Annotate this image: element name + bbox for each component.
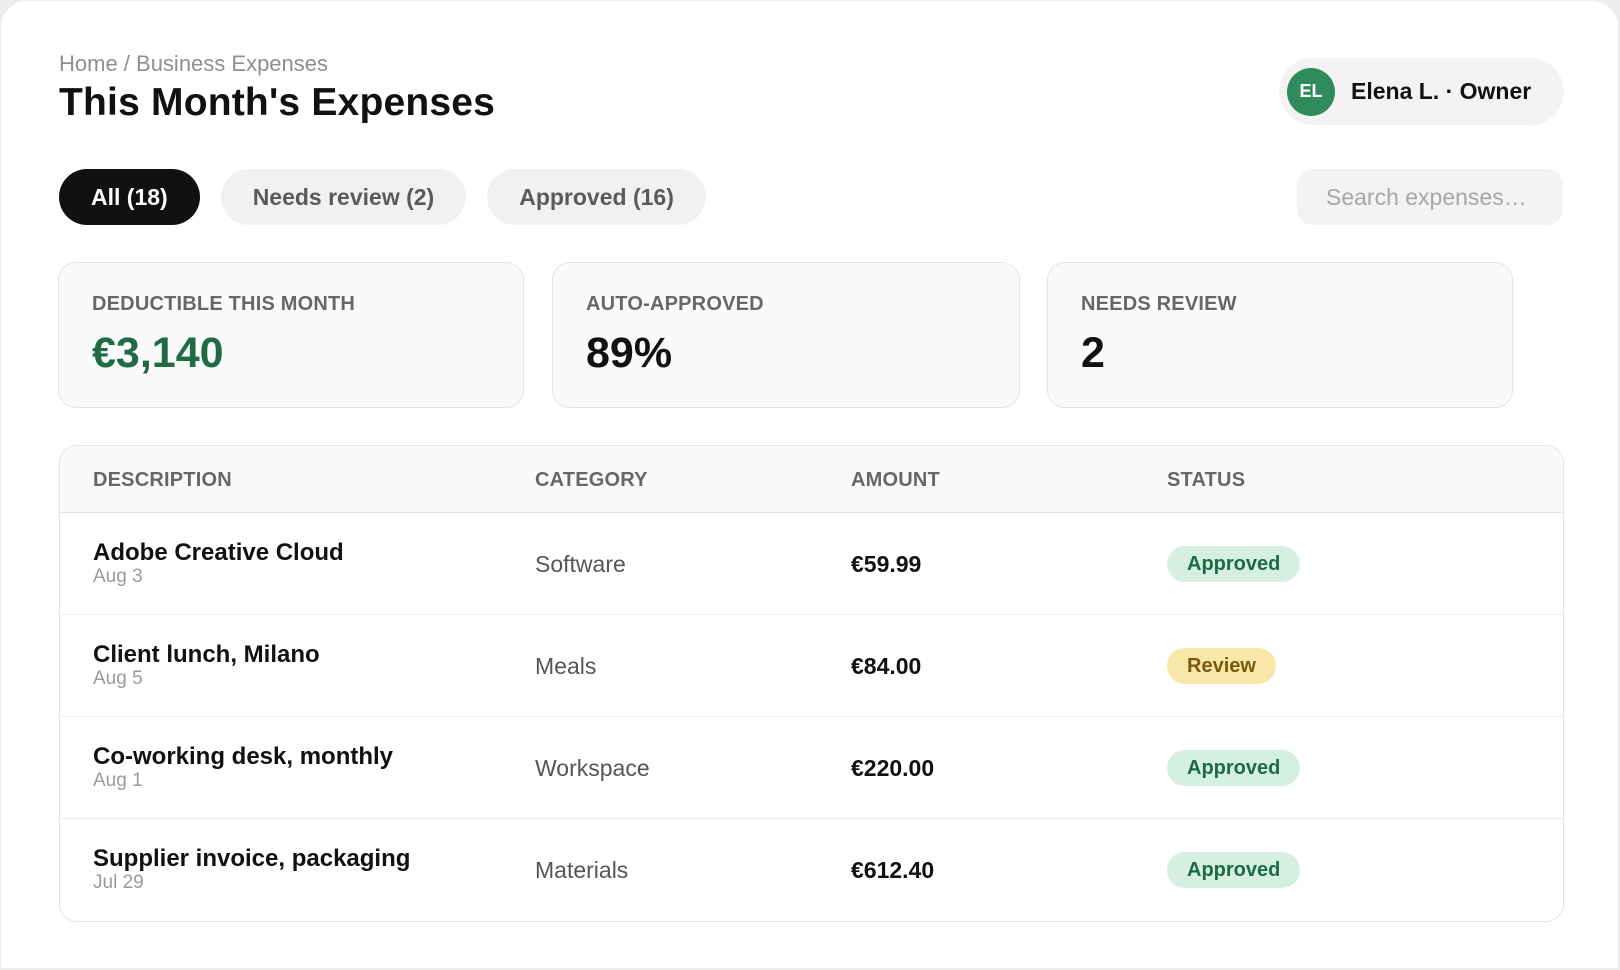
expense-amount: €84.00: [851, 653, 922, 679]
table-row[interactable]: Adobe Creative Cloud Aug 3 Software €59.…: [60, 513, 1563, 615]
column-header-category[interactable]: CATEGORY: [535, 469, 648, 492]
page-title: This Month's Expenses: [59, 81, 496, 124]
column-header-status[interactable]: STATUS: [1167, 469, 1245, 492]
expense-amount: €612.40: [851, 857, 935, 883]
expense-category: Meals: [535, 653, 597, 679]
stat-label: AUTO-APPROVED: [586, 293, 764, 315]
expense-category: Materials: [535, 857, 629, 883]
stat-card-needs-review: NEEDS REVIEW 2: [1047, 262, 1513, 408]
tab-all[interactable]: All (18): [59, 169, 200, 225]
stat-value: 2: [1081, 329, 1105, 377]
stat-label: DEDUCTIBLE THIS MONTH: [92, 293, 356, 315]
expenses-panel: Home / Business Expenses This Month's Ex…: [1, 1, 1618, 968]
expense-category: Workspace: [535, 755, 650, 781]
expense-amount: €220.00: [851, 755, 935, 781]
breadcrumb[interactable]: Home / Business Expenses: [59, 51, 328, 77]
table-row[interactable]: Co-working desk, monthly Aug 1 Workspace…: [60, 717, 1563, 819]
expense-date: Aug 5: [93, 668, 143, 689]
tab-approved[interactable]: Approved (16): [487, 169, 706, 225]
stat-card-deductible: DEDUCTIBLE THIS MONTH €3,140: [58, 262, 524, 408]
expense-description: Adobe Creative Cloud: [93, 539, 344, 566]
stat-label: NEEDS REVIEW: [1081, 293, 1237, 315]
expense-description: Supplier invoice, packaging: [93, 845, 411, 872]
user-name-role: Elena L. · Owner: [1351, 78, 1532, 104]
stat-value: €3,140: [92, 329, 224, 377]
expense-date: Aug 3: [93, 566, 143, 587]
user-menu[interactable]: EL Elena L. · Owner: [1279, 58, 1564, 125]
stat-value: 89%: [586, 329, 673, 377]
expense-amount: €59.99: [851, 551, 922, 577]
expense-date: Aug 1: [93, 770, 143, 791]
table-row[interactable]: Client lunch, Milano Aug 5 Meals €84.00 …: [60, 615, 1563, 717]
stat-card-auto-approved: AUTO-APPROVED 89%: [552, 262, 1020, 408]
tab-needs-review[interactable]: Needs review (2): [220, 169, 467, 225]
expense-date: Jul 29: [93, 872, 144, 893]
expense-description: Client lunch, Milano: [93, 641, 320, 668]
status-badge: Review: [1167, 648, 1276, 684]
filter-tabs: All (18) Needs review (2) Approved (16): [59, 169, 706, 225]
expense-category: Software: [535, 551, 626, 577]
table-header: DESCRIPTION CATEGORY AMOUNT STATUS: [60, 446, 1563, 513]
table-row[interactable]: Supplier invoice, packaging Jul 29 Mater…: [60, 819, 1563, 921]
expenses-table: DESCRIPTION CATEGORY AMOUNT STATUS Adobe…: [59, 445, 1564, 922]
status-badge: Approved: [1167, 546, 1301, 582]
status-badge: Approved: [1167, 852, 1301, 888]
column-header-description[interactable]: DESCRIPTION: [93, 469, 232, 492]
search-input[interactable]: [1297, 169, 1563, 225]
column-header-amount[interactable]: AMOUNT: [851, 469, 940, 492]
status-badge: Approved: [1167, 750, 1301, 786]
avatar: EL: [1287, 67, 1335, 116]
expense-description: Co-working desk, monthly: [93, 743, 394, 770]
